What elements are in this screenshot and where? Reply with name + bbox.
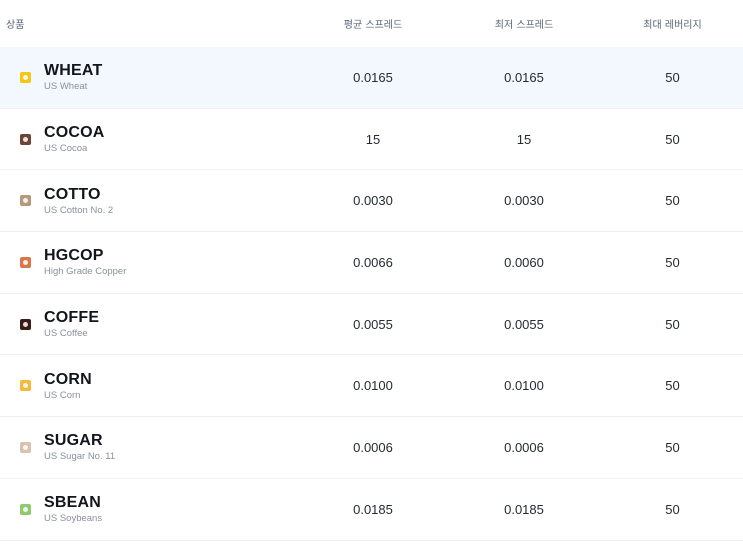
wheat-icon — [20, 71, 31, 83]
copper-icon — [20, 256, 31, 268]
symbol: CORN — [44, 370, 92, 388]
table-row[interactable]: SUGAR US Sugar No. 11 0.0006 0.0006 50 — [0, 417, 743, 479]
symbol: SBEAN — [44, 494, 102, 512]
product-name: US Corn — [44, 389, 81, 401]
corn-icon — [20, 380, 31, 392]
soybean-icon — [20, 503, 31, 515]
cotton-icon — [20, 195, 31, 207]
min-spread: 0.0060 — [504, 254, 544, 270]
header-max-leverage: 최대 레버리지 — [643, 20, 702, 31]
table-row[interactable]: HGCOP High Grade Copper 0.0066 0.0060 50 — [0, 232, 743, 294]
max-leverage: 50 — [665, 501, 680, 517]
product-cell: SBEAN US Soybeans — [0, 494, 300, 524]
symbol: WHEAT — [44, 62, 103, 80]
table-row[interactable]: COFFE US Coffee 0.0055 0.0055 50 — [0, 294, 743, 356]
max-leverage: 50 — [665, 193, 680, 209]
table-row[interactable]: SBEAN US Soybeans 0.0185 0.0185 50 — [0, 479, 743, 541]
min-spread: 0.0006 — [504, 439, 544, 455]
table-header: 상품 평균 스프레드 최저 스프레드 최대 레버리지 — [0, 0, 743, 47]
header-avg-spread: 평균 스프레드 — [343, 20, 403, 31]
avg-spread: 0.0006 — [353, 439, 393, 455]
product-cell: COCOA US Cocoa — [0, 124, 300, 154]
header-min-spread: 최저 스프레드 — [494, 20, 554, 31]
product-cell: COTTO US Cotton No. 2 — [0, 186, 300, 216]
product-cell: HGCOP High Grade Copper — [0, 247, 300, 277]
min-spread: 0.0055 — [504, 316, 544, 332]
product-name: US Sugar No. 11 — [44, 451, 116, 463]
max-leverage: 50 — [665, 439, 680, 455]
max-leverage: 50 — [665, 316, 680, 332]
min-spread: 0.0165 — [504, 69, 544, 85]
min-spread: 0.0185 — [504, 501, 544, 517]
product-cell: COFFE US Coffee — [0, 309, 300, 339]
avg-spread: 0.0030 — [353, 193, 393, 209]
symbol: HGCOP — [44, 247, 104, 265]
min-spread: 15 — [516, 131, 532, 147]
max-leverage: 50 — [665, 131, 680, 147]
max-leverage: 50 — [665, 254, 680, 270]
max-leverage: 50 — [665, 69, 680, 85]
symbol: COFFE — [44, 309, 100, 327]
avg-spread: 0.0165 — [353, 69, 393, 85]
avg-spread: 0.0100 — [353, 378, 393, 394]
max-leverage: 50 — [665, 378, 680, 394]
product-name: US Soybeans — [44, 513, 103, 525]
cocoa-icon — [20, 133, 31, 145]
product-name: High Grade Copper — [44, 266, 127, 278]
product-name: US Coffee — [44, 328, 88, 340]
avg-spread: 0.0055 — [353, 316, 393, 332]
product-cell: SUGAR US Sugar No. 11 — [0, 432, 300, 462]
symbol: COCOA — [44, 124, 105, 142]
product-cell: WHEAT US Wheat — [0, 62, 300, 92]
table-row[interactable]: WHEAT US Wheat 0.0165 0.0165 50 — [0, 47, 743, 109]
coffee-icon — [20, 318, 31, 330]
table-row[interactable]: COTTO US Cotton No. 2 0.0030 0.0030 50 — [0, 170, 743, 233]
commodity-table: 상품 평균 스프레드 최저 스프레드 최대 레버리지 WHEAT US Whea… — [0, 0, 743, 541]
product-name: US Cotton No. 2 — [44, 204, 114, 216]
product-name: US Wheat — [44, 81, 88, 93]
header-product: 상품 — [6, 20, 25, 31]
sugar-icon — [20, 441, 31, 453]
table-row[interactable]: COCOA US Cocoa 15 15 50 — [0, 109, 743, 171]
avg-spread: 0.0185 — [353, 501, 393, 517]
symbol: COTTO — [44, 185, 101, 203]
product-name: US Cocoa — [44, 143, 88, 155]
avg-spread: 0.0066 — [353, 254, 393, 270]
symbol: SUGAR — [44, 432, 103, 450]
table-row[interactable]: CORN US Corn 0.0100 0.0100 50 — [0, 355, 743, 418]
product-cell: CORN US Corn — [0, 371, 300, 401]
min-spread: 0.0030 — [504, 193, 544, 209]
min-spread: 0.0100 — [504, 378, 544, 394]
avg-spread: 15 — [365, 131, 381, 147]
